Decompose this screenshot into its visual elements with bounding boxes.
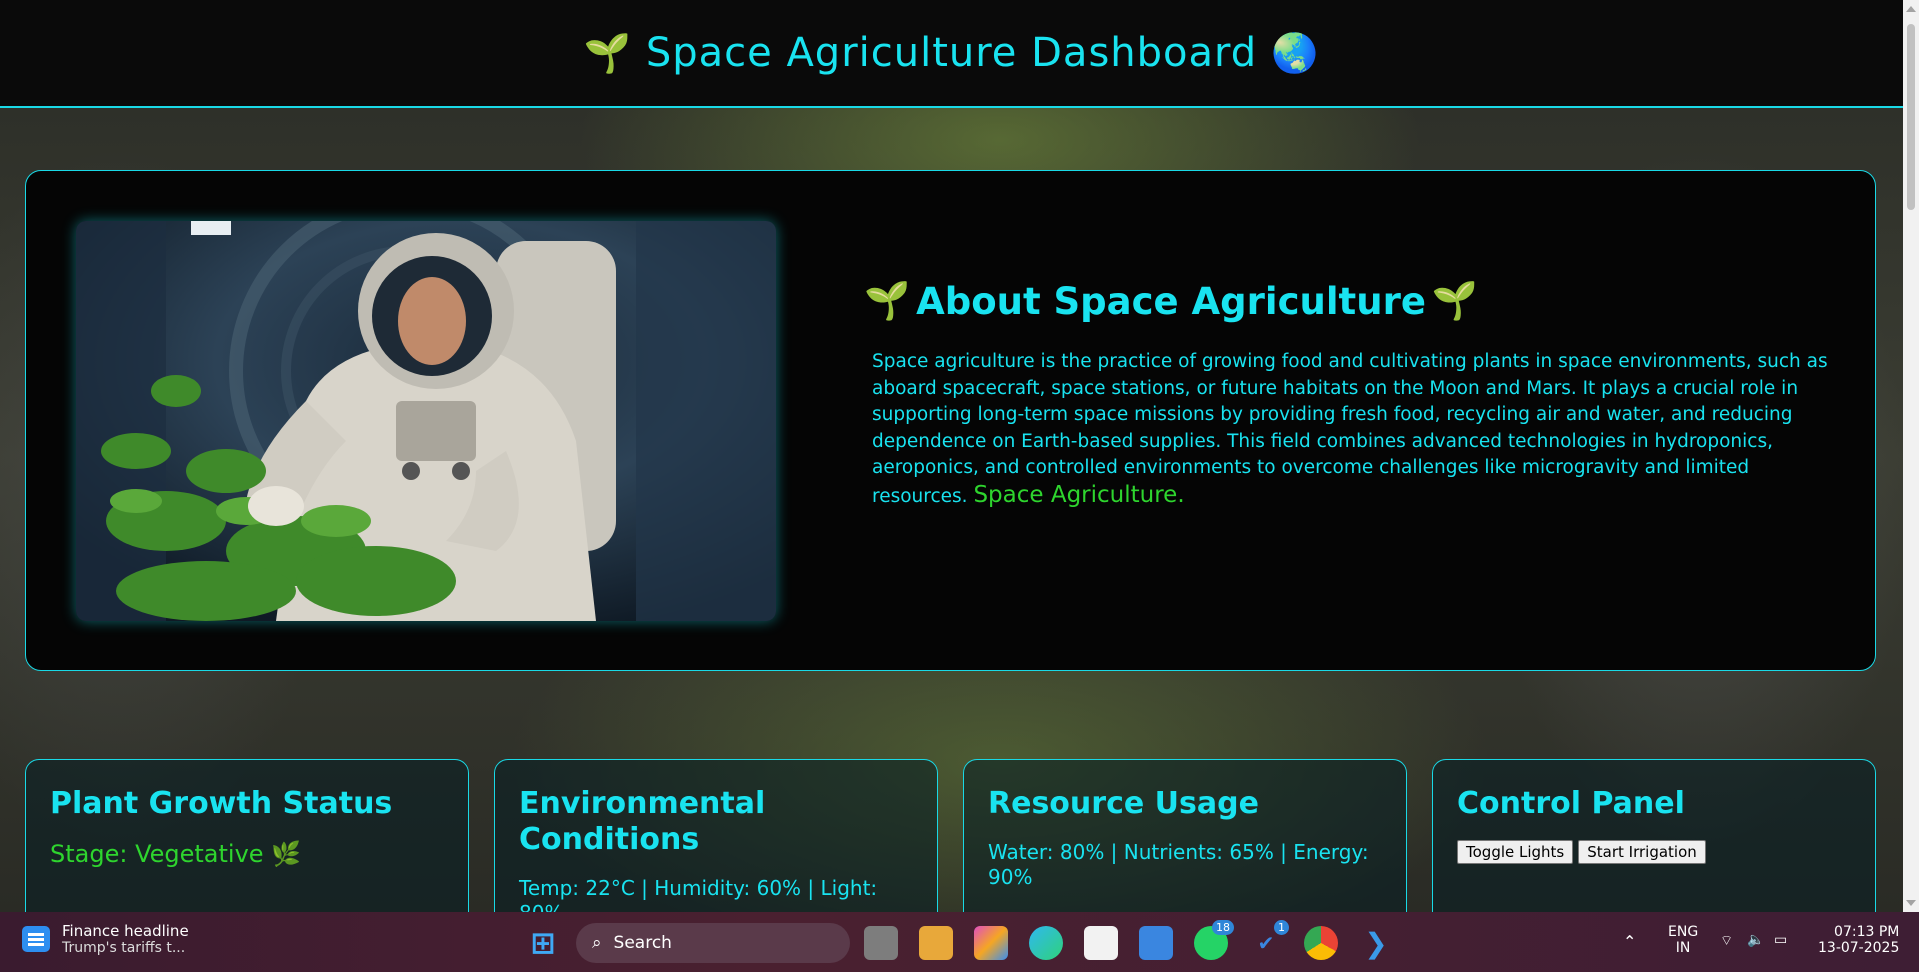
whatsapp-badge: 18 (1212, 920, 1234, 935)
todo-badge: 1 (1274, 920, 1289, 935)
page-title: 🌱 Space Agriculture Dashboard 🌏 (584, 30, 1320, 76)
todo-icon[interactable]: ✔ 1 (1249, 920, 1289, 960)
about-text-block: 🌱 About Space Agriculture 🌱 Space agricu… (864, 279, 1834, 510)
search-placeholder: Search (613, 933, 672, 953)
region-code: IN (1675, 940, 1691, 956)
search-icon: ⌕ (592, 933, 602, 953)
chrome-icon[interactable] (1304, 926, 1338, 960)
wifi-icon[interactable]: ⌔ (1720, 932, 1733, 950)
news-widget[interactable]: Finance headline Trump's tariffs t... (22, 922, 189, 956)
card-title: Plant Growth Status (50, 786, 393, 821)
scrollbar-thumb[interactable] (1907, 24, 1915, 210)
task-view-icon[interactable] (864, 926, 898, 960)
chevron-up-icon[interactable]: ⌃ (1623, 932, 1636, 951)
whatsapp-icon[interactable]: 18 (1194, 920, 1234, 960)
globe-icon: 🌏 (1271, 30, 1320, 75)
toggle-lights-button[interactable]: Toggle Lights (1457, 840, 1574, 864)
app-icon[interactable] (1139, 926, 1173, 960)
time: 07:13 PM (1834, 924, 1900, 940)
language-indicator[interactable]: ENG IN (1668, 924, 1698, 956)
edge-icon[interactable] (1029, 926, 1063, 960)
microsoft-store-icon[interactable] (1084, 926, 1118, 960)
card-title: Control Panel (1457, 786, 1685, 821)
scroll-up-icon[interactable] (1906, 6, 1916, 12)
date: 13-07-2025 (1818, 940, 1900, 956)
news-subtitle: Trump's tariffs t... (62, 940, 186, 956)
card-title: Resource Usage (988, 786, 1259, 821)
vscode-icon[interactable]: ❯ (1359, 926, 1393, 960)
page-scrollbar[interactable] (1903, 0, 1919, 912)
about-period: . (1177, 481, 1185, 508)
seedling-icon: 🌱 (583, 30, 632, 75)
start-irrigation-button[interactable]: Start Irrigation (1578, 840, 1706, 864)
news-title: Finance headline (62, 922, 189, 940)
seedling-icon: 🌱 (1431, 279, 1478, 322)
file-explorer-icon[interactable] (919, 926, 953, 960)
seedling-icon: 🌱 (864, 279, 911, 322)
page-title-text: Space Agriculture Dashboard (645, 30, 1258, 76)
windows-start-icon[interactable]: ⊞ (526, 926, 560, 961)
taskbar: Finance headline Trump's tariffs t... ⊞ … (0, 912, 1919, 972)
scroll-down-icon[interactable] (1906, 900, 1916, 906)
about-section: 🌱 About Space Agriculture 🌱 Space agricu… (25, 170, 1876, 671)
growth-stage: Stage: Vegetative 🌿 (50, 840, 302, 868)
language-code: ENG (1668, 924, 1699, 940)
card-title: Environmental Conditions (519, 786, 766, 857)
about-paragraph: Space agriculture is the practice of gro… (864, 349, 1834, 510)
volume-icon[interactable]: 🔈 (1747, 932, 1764, 948)
battery-icon[interactable]: ▭ (1774, 932, 1787, 948)
about-heading-text: About Space Agriculture (916, 279, 1426, 323)
clock[interactable]: 07:13 PM 13-07-2025 (1818, 924, 1899, 956)
resource-values: Water: 80% | Nutrients: 65% | Energy: 90… (988, 840, 1369, 889)
copilot-icon[interactable] (974, 926, 1008, 960)
astronaut-image (76, 221, 776, 621)
control-buttons: Toggle Lights Start Irrigation (1457, 840, 1851, 864)
about-heading: 🌱 About Space Agriculture 🌱 (864, 279, 1834, 323)
news-icon (22, 926, 50, 952)
page-header: 🌱 Space Agriculture Dashboard 🌏 (0, 0, 1903, 108)
taskbar-search[interactable]: ⌕ Search (576, 923, 850, 963)
about-highlight: Space Agriculture (973, 481, 1178, 508)
